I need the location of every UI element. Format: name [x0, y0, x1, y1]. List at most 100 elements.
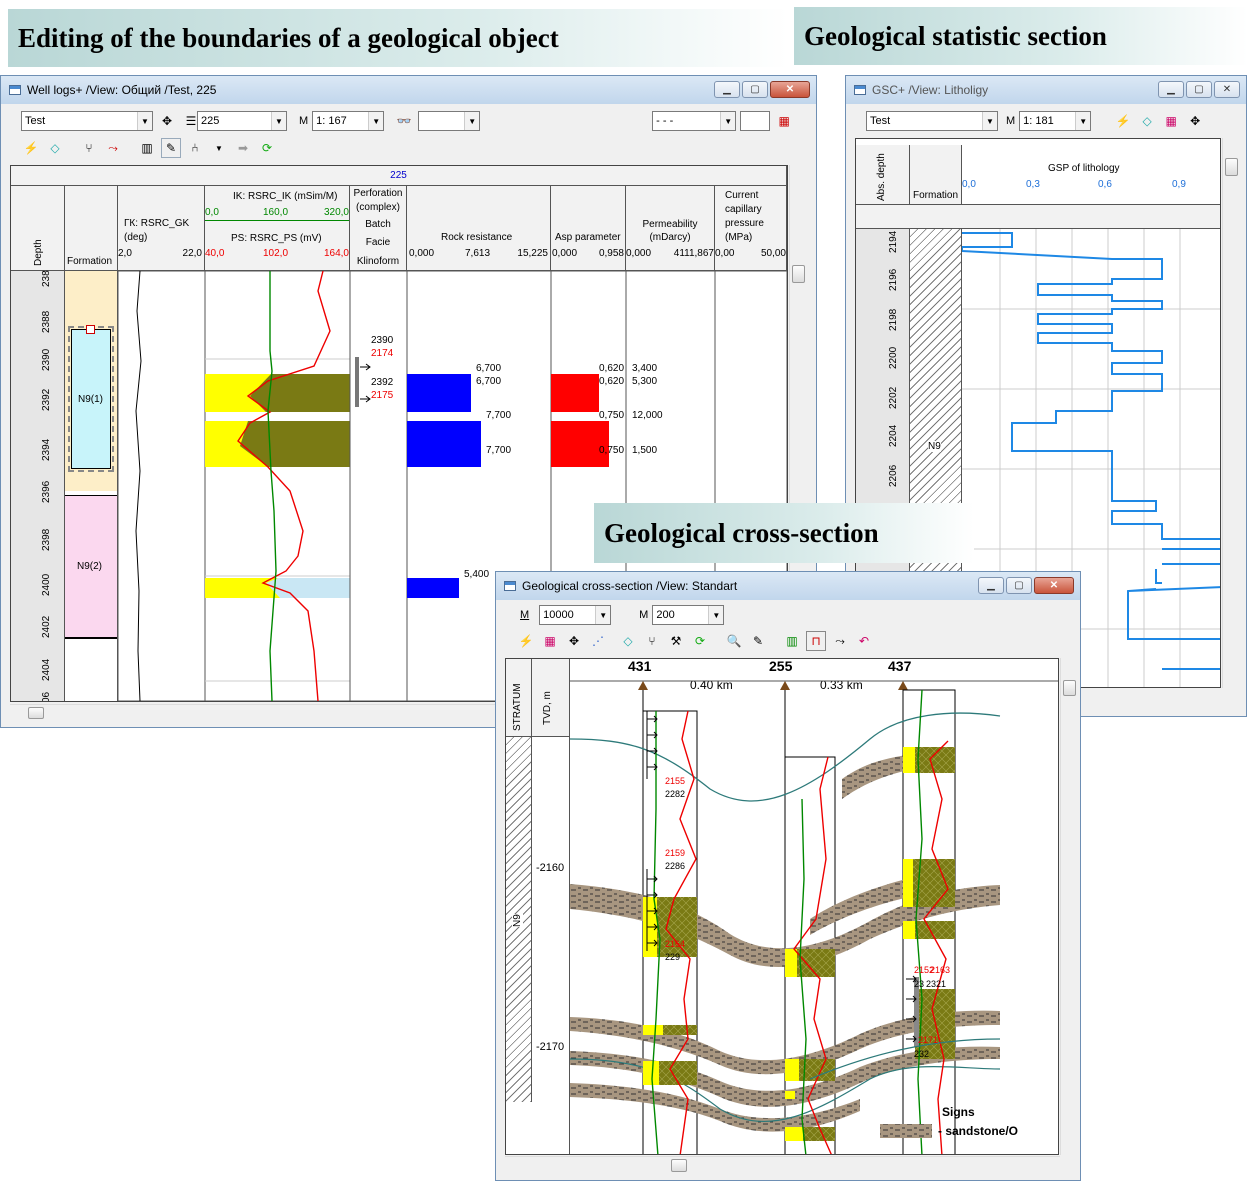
move-icon[interactable]: ✥ — [564, 631, 584, 651]
yellow-interval — [903, 747, 915, 773]
banner-statistic: Geological statistic section — [794, 7, 1248, 65]
scale-h-label: M — [520, 609, 530, 621]
gsc-scale-combo[interactable]: 1: 181 ▼ — [1019, 111, 1092, 131]
formation-handle-icon[interactable] — [86, 325, 95, 334]
dashed-line-icon[interactable]: ⋰ — [588, 631, 608, 651]
gsc-formation-name: N9 — [928, 441, 941, 452]
well-number: 225 — [390, 170, 407, 181]
gsc-view-combo[interactable]: Test ▼ — [866, 111, 998, 131]
maximize-icon: ▢ — [750, 84, 760, 95]
line-style-value: - - - — [656, 115, 674, 127]
eraser-icon[interactable]: ◇ — [1137, 111, 1157, 131]
columns-icon[interactable]: ▥ — [137, 138, 157, 158]
binoculars-icon[interactable]: 👓 — [394, 111, 414, 131]
formation-n9-1[interactable]: N9(1) — [68, 326, 114, 472]
view-combo[interactable]: Test ▼ — [21, 111, 153, 131]
well431-label-a: 2164 — [665, 939, 686, 949]
undo-icon[interactable]: ↶ — [854, 631, 874, 651]
hammer-icon[interactable]: ⚒ — [666, 631, 686, 651]
tree-icon[interactable]: ⑂ — [642, 631, 662, 651]
scale-combo[interactable]: 1: 167 ▼ — [312, 111, 385, 131]
eraser-icon[interactable]: ◇ — [618, 631, 638, 651]
yellow-interval — [785, 1059, 799, 1081]
search-combo[interactable]: ▼ — [418, 111, 481, 131]
hscroll-thumb[interactable] — [28, 707, 44, 719]
pencil-icon[interactable]: ✎ — [161, 138, 181, 158]
minimize-button[interactable]: ▁ — [1158, 81, 1184, 98]
move-icon[interactable]: ✥ — [157, 111, 177, 131]
well-marker — [898, 681, 908, 690]
formation-column: N9(1) N9(2) — [65, 271, 118, 701]
formation-n9-2[interactable]: N9(2) — [65, 495, 117, 639]
chevron-down-icon[interactable]: ▼ — [209, 138, 229, 158]
scale-label: M — [299, 115, 309, 127]
gsc-vscroll[interactable] — [1222, 138, 1240, 688]
perforation-bar — [355, 357, 359, 407]
fill-pattern-icon[interactable]: ▦ — [774, 111, 794, 131]
well-icon[interactable]: ▥ — [782, 631, 802, 651]
scale-h-value: 10000 — [543, 609, 574, 621]
section-icon[interactable]: ⊓ — [806, 631, 826, 651]
perm-tick-0: 0,000 — [626, 248, 652, 259]
graph-icon[interactable]: ⤳ — [103, 138, 123, 158]
refresh-icon[interactable]: ⟳ — [257, 138, 277, 158]
cross-hscroll[interactable] — [505, 1156, 1060, 1174]
gsc-scale-value: 1: 181 — [1023, 115, 1054, 127]
cross-vscroll-thumb[interactable] — [1063, 680, 1076, 696]
gsc-depth-tick: 2200 — [888, 346, 899, 369]
lightning-icon[interactable]: ⚡ — [21, 138, 41, 158]
maximize-button[interactable]: ▢ — [1186, 81, 1212, 98]
pencil-icon[interactable]: ✎ — [748, 631, 768, 651]
gk-min: 2,0 — [118, 248, 132, 259]
well431-label-a: 2155 — [665, 776, 686, 786]
close-button[interactable]: ✕ — [1034, 577, 1074, 594]
scale-v-combo[interactable]: 200 ▼ — [652, 605, 725, 625]
maximize-icon: ▢ — [1014, 580, 1024, 591]
arrow-icon[interactable]: ➡ — [233, 138, 253, 158]
fork-icon[interactable]: ⑃ — [185, 138, 205, 158]
gsc-depth-tick: 2196 — [888, 268, 899, 291]
depth-tick: 2390 — [41, 348, 52, 371]
tree-icon[interactable]: ⑂ — [79, 138, 99, 158]
well431-label-b: 2286 — [665, 861, 686, 871]
cross-section-window: Geological cross-section /View: Standart… — [495, 571, 1081, 1181]
cross-hscroll-thumb[interactable] — [671, 1159, 687, 1172]
move-icon[interactable]: ✥ — [1185, 111, 1205, 131]
maximize-button[interactable]: ▢ — [1006, 577, 1032, 594]
ik-tick-2: 320,0 — [323, 207, 349, 218]
well-marker — [638, 681, 648, 690]
depth-tick: 2394 — [41, 438, 52, 461]
gsc-titlebar[interactable]: GSC+ /View: Litholigy ▁ ▢ ✕ — [846, 76, 1246, 104]
eraser-icon[interactable]: ◇ — [45, 138, 65, 158]
cross-titlebar[interactable]: Geological cross-section /View: Standart… — [496, 572, 1080, 600]
pattern-icon[interactable]: ▦ — [540, 631, 560, 651]
minimize-button[interactable]: ▁ — [714, 81, 740, 98]
ps-tick-0: 40,0 — [205, 248, 225, 259]
yellow-interval — [785, 949, 797, 977]
dotted-fill — [266, 578, 350, 598]
well-combo[interactable]: 225 ▼ — [197, 111, 287, 131]
gsc-view-value: Test — [870, 115, 891, 127]
refresh-icon[interactable]: ⟳ — [690, 631, 710, 651]
minimize-button[interactable]: ▁ — [978, 577, 1004, 594]
path-icon[interactable]: ⤳ — [830, 631, 850, 651]
lightning-icon[interactable]: ⚡ — [516, 631, 536, 651]
well-logs-titlebar[interactable]: Well logs+ /View: Общий /Test, 225 ▁ ▢ ✕ — [1, 76, 816, 104]
line-style-combo[interactable]: - - - ▼ — [652, 111, 737, 131]
gsp-tick: 0,9 — [1172, 179, 1186, 190]
magnifier-icon[interactable]: 🔍 — [724, 631, 744, 651]
gsc-vscroll-thumb[interactable] — [1225, 158, 1238, 176]
chevron-down-icon: ▼ — [720, 112, 736, 130]
close-button[interactable]: ✕ — [1214, 81, 1240, 98]
pattern-icon[interactable]: ▦ — [1161, 111, 1181, 131]
maximize-button[interactable]: ▢ — [742, 81, 768, 98]
close-button[interactable]: ✕ — [770, 81, 810, 98]
cross-vscroll[interactable] — [1060, 658, 1078, 1155]
scale-h-combo[interactable]: 10000 ▼ — [539, 605, 612, 625]
vscroll-thumb[interactable] — [792, 265, 805, 283]
cap-title-2: capillary — [725, 204, 762, 215]
lightning-icon[interactable]: ⚡ — [1113, 111, 1133, 131]
perf-label-1: Perforation — [353, 188, 403, 199]
perf-label-b: 2174 — [371, 348, 394, 359]
line-width-field[interactable] — [740, 111, 771, 131]
